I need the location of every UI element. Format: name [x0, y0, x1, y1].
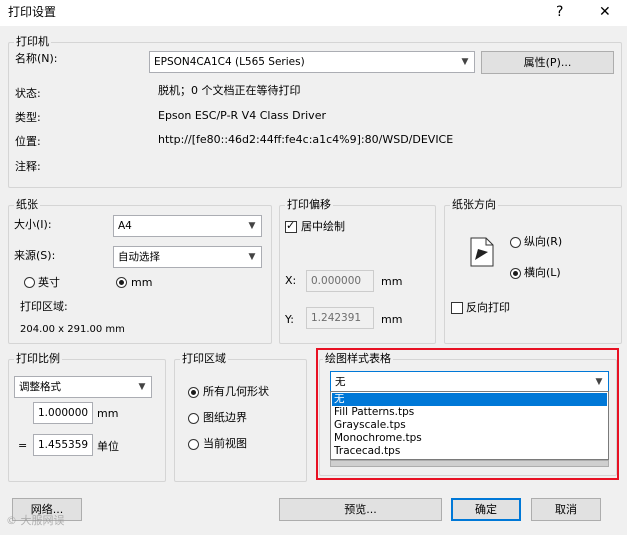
offset-x-unit: mm [381, 275, 403, 288]
portrait-radio[interactable] [510, 237, 521, 248]
preview-button[interactable]: 预览... [279, 498, 442, 521]
area-display-label: 当前视图 [203, 437, 247, 450]
paper-source-select[interactable]: 自动选择 ▼ [113, 246, 262, 268]
landscape-label: 横向(L) [524, 266, 561, 279]
type-value: Epson ESC/P-R V4 Class Driver [158, 109, 326, 122]
area-limits-radio[interactable] [188, 413, 199, 424]
unit-mm-label: mm [131, 276, 153, 289]
paper-size-value: A4 [118, 220, 132, 232]
offset-y-label: Y: [285, 313, 294, 326]
portrait-label: 纵向(R) [524, 235, 563, 248]
reverse-print-checkbox[interactable] [451, 302, 463, 314]
watermark: © 大服网误 [6, 514, 65, 527]
area-extents-radio[interactable] [188, 387, 199, 398]
reverse-print-label: 反向打印 [466, 301, 510, 314]
offset-x-input[interactable]: 0.000000 [306, 270, 374, 292]
offset-x-label: X: [285, 274, 297, 287]
offset-group-label: 打印偏移 [285, 198, 333, 211]
highlight-frame [316, 348, 619, 480]
unit-inch-label: 英寸 [38, 276, 60, 289]
center-plot-checkbox[interactable] [285, 219, 297, 233]
orientation-group-label: 纸张方向 [450, 198, 498, 211]
chevron-down-icon: ▼ [461, 57, 469, 67]
printer-name-select[interactable]: EPSON4CA1C4 (L565 Series) ▼ [149, 51, 475, 73]
paper-source-value: 自动选择 [118, 251, 160, 263]
chevron-down-icon: ▼ [138, 382, 146, 392]
scale-mode-value: 调整格式 [19, 381, 61, 393]
paper-size-select[interactable]: A4 ▼ [113, 215, 262, 237]
chevron-down-icon: ▼ [248, 221, 256, 231]
location-label: 位置: [15, 135, 41, 148]
status-value: 脱机；0 个文档正在等待打印 [158, 84, 301, 97]
window-title: 打印设置 [8, 5, 57, 19]
cancel-button[interactable]: 取消 [531, 498, 601, 521]
landscape-page-icon [470, 237, 494, 267]
scale-drawing-input[interactable]: 1.455359 [33, 434, 93, 456]
status-label: 状态: [15, 87, 41, 100]
scale-mode-select[interactable]: 调整格式 ▼ [14, 376, 152, 398]
landscape-radio[interactable] [510, 268, 521, 279]
unit-inch-radio[interactable] [24, 277, 35, 288]
location-value: http://[fe80::46d2:44ff:fe4c:a1c4%9]:80/… [158, 133, 454, 146]
properties-button[interactable]: 属性(P)... [481, 51, 614, 74]
printer-name-label: 名称(N): [15, 52, 58, 65]
area-limits-label: 图纸边界 [203, 411, 247, 424]
ok-button[interactable]: 确定 [451, 498, 521, 521]
help-icon[interactable]: ? [556, 4, 563, 20]
scale-paper-input[interactable]: 1.000000 [33, 402, 93, 424]
offset-y-input[interactable]: 1.242391 [306, 307, 374, 329]
comment-label: 注释: [15, 160, 41, 173]
scale-equals: = [18, 439, 28, 452]
title-bar: 打印设置 ? ✕ [0, 0, 627, 26]
center-plot-label: 居中绘制 [301, 220, 345, 233]
paper-group-label: 纸张 [14, 198, 40, 211]
paper-source-label: 来源(S): [14, 249, 56, 262]
scale-group-label: 打印比例 [14, 352, 62, 365]
area-extents-label: 所有几何形状 [203, 385, 269, 398]
paper-size-label: 大小(I): [14, 218, 52, 231]
area-display-radio[interactable] [188, 439, 199, 450]
print-area-size-label: 打印区域: [20, 300, 68, 313]
close-icon[interactable]: ✕ [599, 4, 611, 20]
type-label: 类型: [15, 111, 41, 124]
printer-name-value: EPSON4CA1C4 (L565 Series) [154, 56, 305, 68]
offset-y-unit: mm [381, 313, 403, 326]
unit-mm-radio[interactable] [116, 277, 127, 288]
scale-drawing-unit: 单位 [97, 440, 119, 453]
print-area-group-label: 打印区域 [180, 352, 228, 365]
chevron-down-icon: ▼ [248, 252, 256, 262]
print-area-size-value: 204.00 x 291.00 mm [20, 324, 125, 335]
printer-group-label: 打印机 [14, 35, 51, 48]
scale-paper-unit: mm [97, 407, 119, 420]
